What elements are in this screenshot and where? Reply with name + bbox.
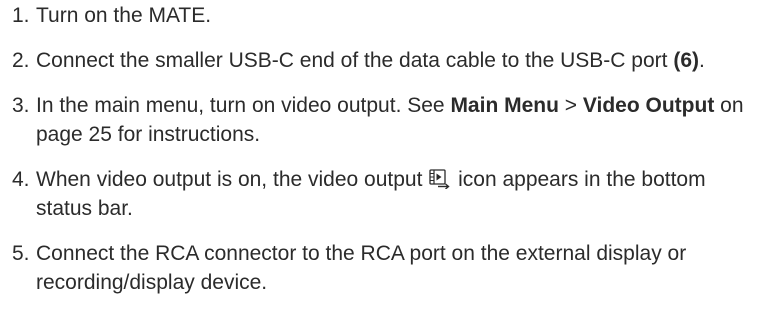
step-text-part: In the main menu, turn on video output. … xyxy=(36,94,451,117)
step-text: Turn on the MATE. xyxy=(36,1,767,30)
step-3: 3. In the main menu, turn on video outpu… xyxy=(0,91,767,149)
step-number: 1. xyxy=(12,4,30,27)
step-text-part: When video output is on, the video outpu… xyxy=(36,168,429,191)
video-output-icon xyxy=(429,168,451,190)
step-4: 4. When video output is on, the video ou… xyxy=(0,165,767,223)
instruction-steps: 1. Turn on the MATE. 2. Connect the smal… xyxy=(0,0,767,297)
step-number: 5. xyxy=(12,242,30,265)
step-2: 2. Connect the smaller USB-C end of the … xyxy=(0,46,767,75)
step-number: 3. xyxy=(12,94,30,117)
step-text: In the main menu, turn on video output. … xyxy=(36,91,767,149)
step-text-part: Connect the smaller USB-C end of the dat… xyxy=(36,49,674,72)
port-reference: (6) xyxy=(673,49,699,72)
submenu-reference: Video Output xyxy=(582,94,715,117)
step-text: When video output is on, the video outpu… xyxy=(36,165,767,223)
step-text-part: . xyxy=(699,49,705,72)
menu-reference: Main Menu xyxy=(450,94,559,117)
step-number: 2. xyxy=(12,49,30,72)
step-text: Connect the RCA connector to the RCA por… xyxy=(36,239,767,297)
step-5: 5. Connect the RCA connector to the RCA … xyxy=(0,239,767,297)
step-text-part: Turn on the MATE. xyxy=(36,4,212,27)
step-1: 1. Turn on the MATE. xyxy=(0,1,767,30)
step-text-part: Connect the RCA connector to the RCA por… xyxy=(36,242,687,294)
menu-separator: > xyxy=(558,94,583,117)
step-text: Connect the smaller USB-C end of the dat… xyxy=(36,46,767,75)
step-number: 4. xyxy=(12,168,30,191)
